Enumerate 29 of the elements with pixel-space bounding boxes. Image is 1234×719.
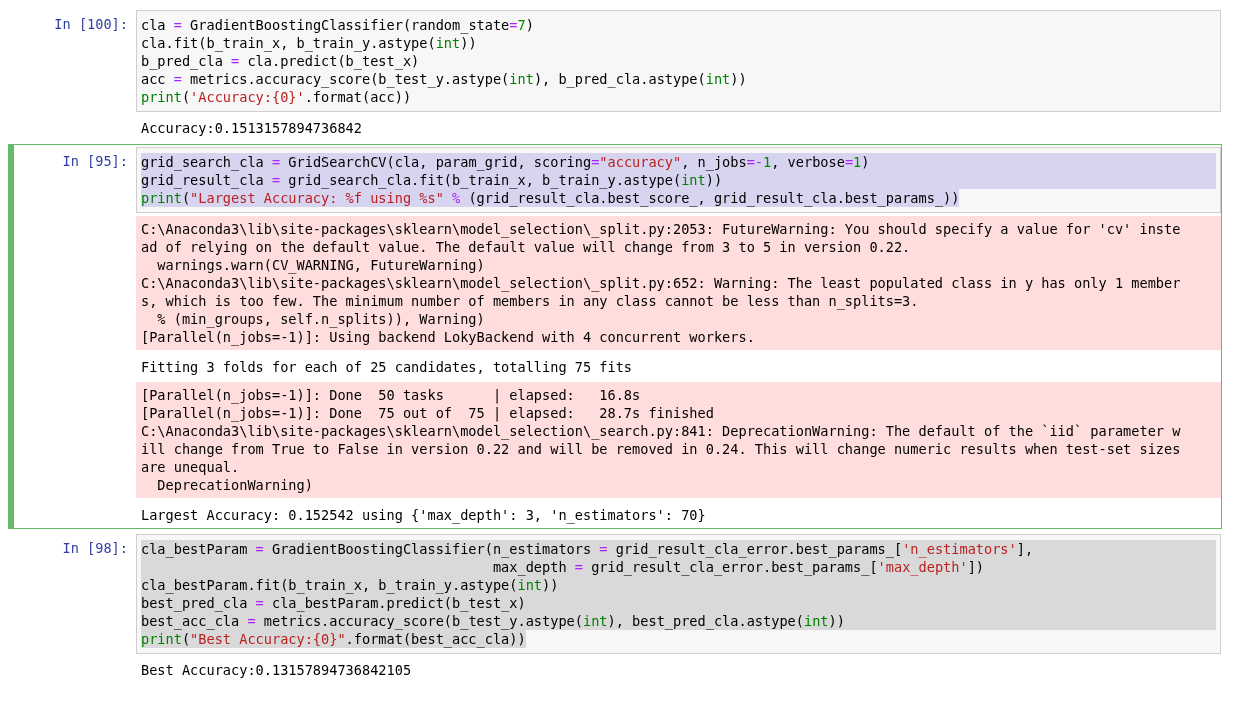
output-line: warnings.warn(CV_WARNING, FutureWarning) xyxy=(156,256,486,274)
output-line: [Parallel(n_jobs=-1)]: Done 50 tasks | elapsed: 16.8s xyxy=(141,386,642,404)
input-prompt: In [100]: xyxy=(53,15,129,33)
code-editor[interactable] xyxy=(136,10,1221,112)
code-editor[interactable] xyxy=(136,534,1221,654)
selected-cell[interactable] xyxy=(8,144,1222,529)
input-prompt: In [95]: xyxy=(61,152,129,170)
code-line: cla.fit(b_train_x, b_train_y.astype(int)) xyxy=(141,34,478,52)
code-line: acc = metrics.accuracy_score(b_test_y.astype(int), b_pred_cla.astype(int)) xyxy=(141,70,748,88)
output-line: Best Accuracy:0.13157894736842105 xyxy=(141,661,413,679)
output-line: Largest Accuracy: 0.152542 using {'max_depth': 3, 'n_estimators': 70} xyxy=(141,506,707,524)
output-line: Fitting 3 folds for each of 25 candidates, totalling 75 fits xyxy=(141,358,634,376)
output-line: [Parallel(n_jobs=-1)]: Using backend LokyBackend with 4 concurrent workers. xyxy=(141,328,756,346)
input-prompt: In [98]: xyxy=(61,539,129,557)
code-editor[interactable] xyxy=(136,147,1221,213)
output-line: C:\Anaconda3\lib\site-packages\sklearn\model_selection\_search.py:841: DeprecationWarning: The default of the `iid` parameter w xyxy=(141,422,1182,440)
output-line: C:\Anaconda3\lib\site-packages\sklearn\model_selection\_split.py:2053: FutureWarning: You should specify a value for 'cv' inste xyxy=(141,220,1182,238)
output-line: % (min_groups, self.n_splits)), Warning) xyxy=(156,310,486,328)
output-line: DeprecationWarning) xyxy=(156,476,314,494)
output-line: s, which is too few. The minimum number of members in any class cannot be less than n_splits=3. xyxy=(141,292,920,310)
code-line: b_pred_cla = cla.predict(b_test_x) xyxy=(141,52,421,70)
output-line: are unequal. xyxy=(141,458,241,476)
output-line: ad of relying on the default value. The default value will change from 3 to 5 in version 0.22. xyxy=(141,238,912,256)
output-line: Accuracy:0.1513157894736842 xyxy=(141,119,363,137)
output-line: [Parallel(n_jobs=-1)]: Done 75 out of 75 | elapsed: 28.7s finished xyxy=(141,404,715,422)
output-line: C:\Anaconda3\lib\site-packages\sklearn\model_selection\_split.py:652: Warning: The least populated class in y has only 1 member xyxy=(141,274,1182,292)
code-line: print('Accuracy:{0}'.format(acc)) xyxy=(141,88,413,106)
output-line: ill change from True to False in version 0.22 and will be removed in 0.24. This will change numeric results when test-set sizes xyxy=(141,440,1182,458)
code-line: cla = GradientBoostingClassifier(random_state=7) xyxy=(141,16,535,34)
